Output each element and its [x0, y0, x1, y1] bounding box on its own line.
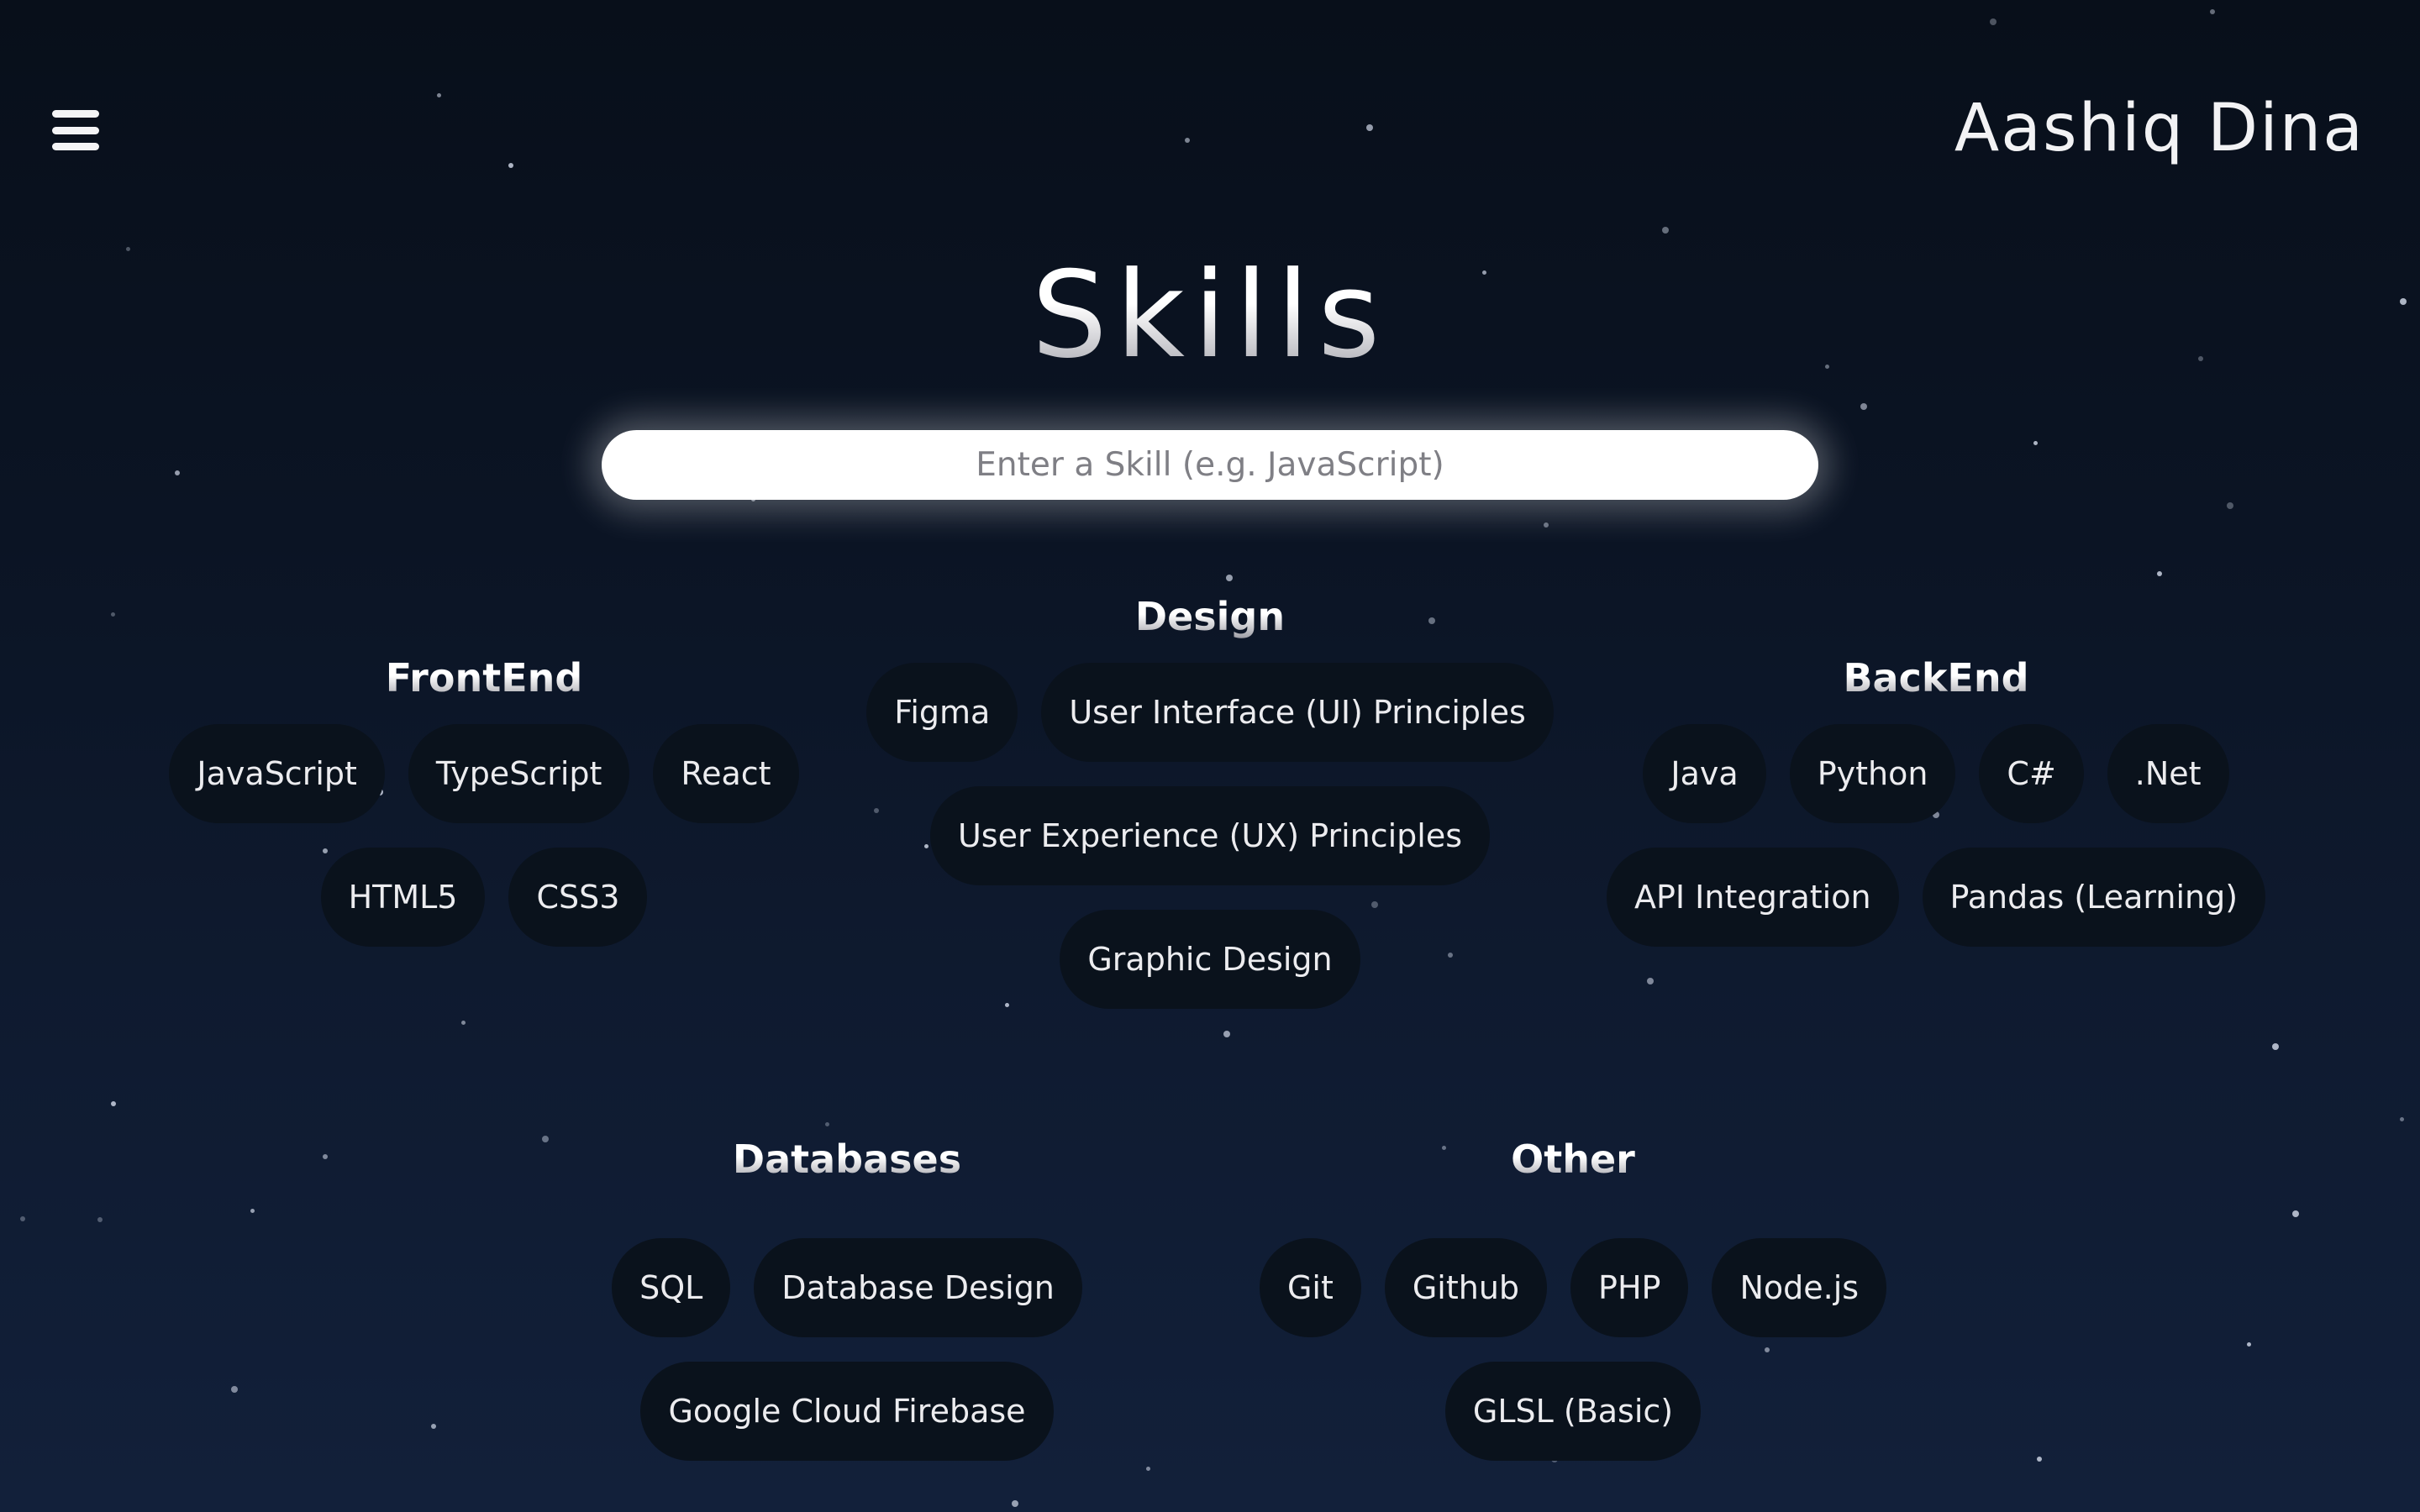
- skill-pill-csharp[interactable]: C#: [1979, 724, 2084, 823]
- star: [1366, 124, 1373, 131]
- star: [437, 93, 441, 97]
- skill-pill-typescript[interactable]: TypeScript: [408, 724, 630, 823]
- category-frontend: FrontEnd JavaScript TypeScript React HTM…: [148, 647, 820, 1000]
- skill-pill-github[interactable]: Github: [1384, 1238, 1548, 1337]
- star: [111, 612, 115, 617]
- skill-row: SQL Database Design: [511, 1238, 1183, 1337]
- skill-pill-css3[interactable]: CSS3: [508, 848, 648, 947]
- category-title: FrontEnd: [148, 655, 820, 701]
- skill-pill-ui-principles[interactable]: User Interface (UI) Principles: [1041, 663, 1554, 762]
- skill-row: Google Cloud Firebase: [511, 1362, 1183, 1461]
- skill-row: Git Github PHP Node.js: [1237, 1238, 1909, 1337]
- skill-pill-javascript[interactable]: JavaScript: [169, 724, 385, 823]
- skill-row: API Integration Pandas (Learning): [1600, 848, 2272, 947]
- category-backend: BackEnd Java Python C# .Net API Integrat…: [1600, 647, 2272, 1000]
- star: [250, 1209, 255, 1213]
- site-name[interactable]: Aashiq Dina: [1954, 91, 2365, 166]
- star: [2157, 571, 2162, 576]
- menu-bar: [52, 143, 99, 150]
- category-title: Other: [1237, 1137, 1909, 1182]
- star: [508, 163, 513, 168]
- skill-row: Java Python C# .Net: [1600, 724, 2272, 823]
- skill-row: Figma User Interface (UI) Principles: [866, 663, 1554, 762]
- star: [2400, 1117, 2404, 1121]
- star: [461, 1021, 466, 1025]
- star: [2247, 1342, 2251, 1347]
- star: [2272, 1043, 2279, 1050]
- skill-pill-sql[interactable]: SQL: [612, 1238, 731, 1337]
- skill-pill-pandas[interactable]: Pandas (Learning): [1922, 848, 2266, 947]
- star: [2227, 502, 2233, 509]
- skill-row: JavaScript TypeScript React: [148, 724, 820, 823]
- category-title: Design: [874, 594, 1546, 639]
- skill-pill-python[interactable]: Python: [1789, 724, 1956, 823]
- star: [1860, 403, 1867, 410]
- star: [175, 470, 180, 475]
- star: [431, 1424, 436, 1429]
- page-title: Skills: [0, 256, 2420, 375]
- star: [2033, 441, 2038, 445]
- category-title: BackEnd: [1600, 655, 2272, 701]
- skill-pill-graphic-design[interactable]: Graphic Design: [1060, 910, 1360, 1009]
- star: [97, 1217, 103, 1222]
- star: [231, 1386, 238, 1393]
- skill-pill-database-design[interactable]: Database Design: [754, 1238, 1082, 1337]
- star: [1226, 575, 1233, 581]
- category-design: Design Figma User Interface (UI) Princip…: [866, 585, 1554, 1056]
- skill-row: Graphic Design: [874, 910, 1546, 1009]
- skill-pill-dotnet[interactable]: .Net: [2107, 724, 2229, 823]
- skill-row: HTML5 CSS3: [148, 848, 820, 947]
- hamburger-menu-icon[interactable]: [52, 107, 99, 154]
- star: [1990, 18, 1996, 25]
- star: [825, 1122, 829, 1126]
- skill-pill-react[interactable]: React: [653, 724, 799, 823]
- star: [126, 247, 130, 251]
- skill-pill-api-integration[interactable]: API Integration: [1606, 848, 1899, 947]
- star: [1544, 522, 1549, 528]
- star: [2292, 1210, 2299, 1217]
- star: [1662, 227, 1669, 234]
- skill-pill-figma[interactable]: Figma: [866, 663, 1018, 762]
- skill-pill-java[interactable]: Java: [1643, 724, 1766, 823]
- star: [2210, 9, 2215, 14]
- skill-search-input[interactable]: [602, 430, 1818, 500]
- skill-pill-html5[interactable]: HTML5: [320, 848, 486, 947]
- category-title: Databases: [511, 1137, 1183, 1182]
- star: [1185, 138, 1190, 143]
- star: [111, 1101, 116, 1106]
- skill-row: User Experience (UX) Principles: [874, 786, 1546, 885]
- skill-row: GLSL (Basic): [1237, 1362, 1909, 1461]
- category-databases: Databases SQL Database Design Google Clo…: [511, 1128, 1183, 1481]
- star: [20, 1216, 25, 1221]
- star: [323, 1154, 328, 1159]
- skill-pill-php[interactable]: PHP: [1570, 1238, 1689, 1337]
- skill-pill-nodejs[interactable]: Node.js: [1712, 1238, 1887, 1337]
- skill-pill-git[interactable]: Git: [1259, 1238, 1361, 1337]
- star: [2037, 1457, 2042, 1462]
- skill-pill-ux-principles[interactable]: User Experience (UX) Principles: [929, 786, 1491, 885]
- star: [1012, 1500, 1018, 1507]
- skill-pill-google-cloud-firebase[interactable]: Google Cloud Firebase: [640, 1362, 1054, 1461]
- category-other: Other Git Github PHP Node.js GLSL (Basic…: [1237, 1128, 1909, 1481]
- skill-pill-glsl[interactable]: GLSL (Basic): [1444, 1362, 1702, 1461]
- menu-bar: [52, 126, 99, 134]
- menu-bar: [52, 110, 99, 118]
